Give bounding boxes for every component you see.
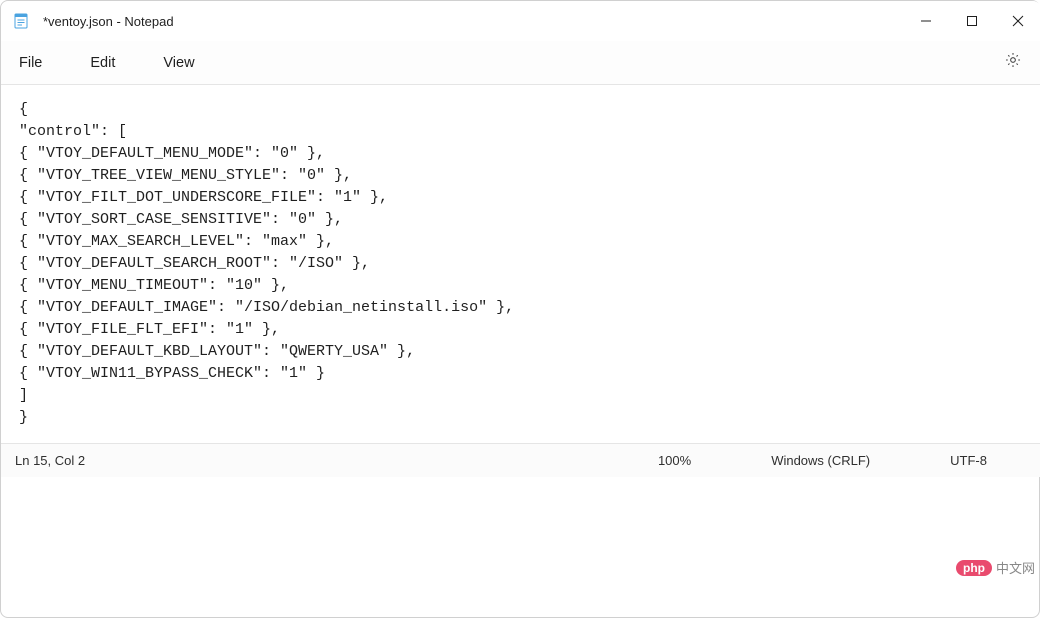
window-controls bbox=[903, 1, 1040, 41]
watermark: php 中文网 bbox=[956, 558, 1035, 577]
maximize-button[interactable] bbox=[949, 1, 995, 41]
close-button[interactable] bbox=[995, 1, 1040, 41]
status-zoom[interactable]: 100% bbox=[618, 453, 731, 468]
titlebar: *ventoy.json - Notepad bbox=[1, 1, 1040, 41]
settings-button[interactable] bbox=[995, 45, 1031, 81]
menu-file[interactable]: File bbox=[5, 47, 56, 79]
statusbar: Ln 15, Col 2 100% Windows (CRLF) UTF-8 bbox=[1, 443, 1040, 477]
minimize-button[interactable] bbox=[903, 1, 949, 41]
notepad-app-icon bbox=[13, 13, 29, 29]
watermark-text: 中文网 bbox=[996, 558, 1035, 577]
status-encoding[interactable]: UTF-8 bbox=[910, 453, 1027, 468]
window-title: *ventoy.json - Notepad bbox=[43, 14, 174, 29]
status-line-ending[interactable]: Windows (CRLF) bbox=[731, 453, 910, 468]
watermark-pill: php bbox=[956, 560, 992, 576]
status-cursor-position: Ln 15, Col 2 bbox=[15, 453, 85, 468]
menu-view[interactable]: View bbox=[149, 47, 208, 79]
menu-edit[interactable]: Edit bbox=[76, 47, 129, 79]
menubar: File Edit View bbox=[1, 41, 1040, 85]
text-editor-area[interactable]: { "control": [ { "VTOY_DEFAULT_MENU_MODE… bbox=[1, 85, 1040, 443]
gear-icon bbox=[1004, 51, 1022, 74]
